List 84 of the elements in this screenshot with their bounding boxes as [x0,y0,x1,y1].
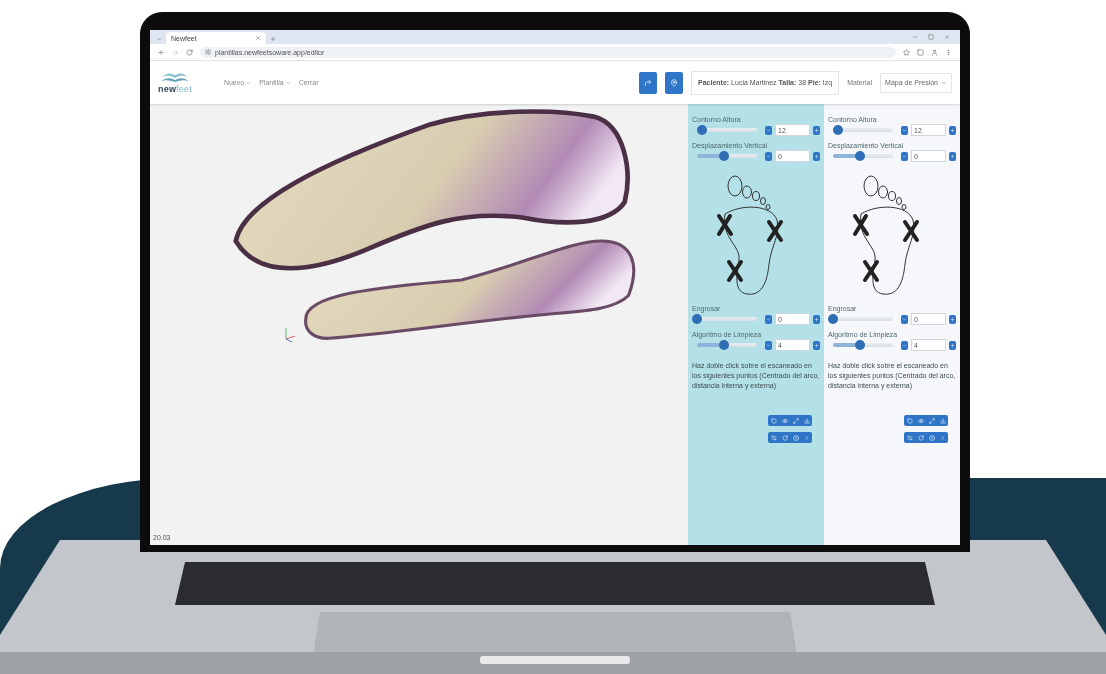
swap-button[interactable] [768,432,779,444]
refresh-button[interactable] [779,432,790,444]
increment-button[interactable] [813,151,820,161]
redo-button[interactable] [639,71,658,94]
decrement-button[interactable] [765,340,773,350]
decrement-button[interactable] [901,314,909,324]
rotate-button[interactable] [768,415,779,427]
swap-icon [906,434,913,441]
decrement-button[interactable] [901,151,909,161]
help-button[interactable] [790,432,801,444]
plus-icon [814,342,820,348]
increment-button[interactable] [949,125,956,135]
plus-icon [814,316,820,322]
decrement-button[interactable] [901,125,909,135]
axes-icon [283,327,297,343]
rotate-icon [906,417,913,424]
user-icon[interactable] [931,48,938,56]
help-button[interactable] [926,432,937,444]
chevron-down-icon [902,316,908,322]
slider-thumb[interactable] [692,314,702,324]
eye-icon [917,417,924,424]
slider-thumb[interactable] [832,125,843,135]
download-button[interactable] [937,415,948,427]
caret-icon [941,79,947,86]
chevron-down-icon [902,127,908,133]
caret-icon [245,79,252,86]
rotate-icon [770,417,777,424]
chevron-right-icon [939,434,946,441]
refresh-icon [917,434,924,441]
expand-icon [928,417,935,424]
slider-thumb[interactable] [828,314,838,324]
pin-button[interactable] [665,71,684,94]
decrement-button[interactable] [765,314,773,324]
chevron-down-icon [902,153,908,159]
slider-thumb[interactable] [855,151,866,161]
plus-icon [814,127,820,133]
plus-icon [814,153,820,159]
download-icon [939,417,946,424]
eye-icon [781,417,788,424]
expand-button[interactable] [790,415,801,427]
increment-button[interactable] [949,314,956,324]
chevron-down-icon [766,153,772,159]
slider-thumb[interactable] [696,125,707,135]
help-icon [792,434,799,441]
logo-text: newfeet [158,84,192,94]
slider-thumb[interactable] [719,340,730,350]
help-icon [928,434,935,441]
swap-button[interactable] [904,432,915,444]
refresh-icon [781,434,788,441]
increment-button[interactable] [813,314,820,324]
redo-icon [644,78,653,87]
increment-button[interactable] [949,340,956,350]
chevron-down-icon [902,342,908,348]
pin-icon [670,78,679,87]
chevron-right-icon [803,434,810,441]
chevron-down-icon [766,316,772,322]
caret-icon [284,79,291,86]
increment-button[interactable] [949,151,956,161]
chevron-down-icon [766,127,772,133]
expand-icon [792,417,799,424]
decrement-button[interactable] [765,151,773,161]
chevron-down-icon [766,342,772,348]
plus-icon [950,153,956,159]
expand-button[interactable] [926,415,937,427]
decrement-button[interactable] [901,340,909,350]
reload-icon[interactable] [186,48,193,56]
swap-icon [770,434,777,441]
download-button[interactable] [801,415,812,427]
star-icon[interactable] [903,48,910,56]
plus-icon [950,342,956,348]
increment-button[interactable] [813,340,820,350]
refresh-button[interactable] [915,432,926,444]
plus-icon [950,316,956,322]
slider-thumb[interactable] [855,340,866,350]
back-icon[interactable] [158,48,165,56]
decrement-button[interactable] [765,125,773,135]
rotate-button[interactable] [904,415,915,427]
sidebar-icon[interactable] [917,48,924,56]
slider-thumb[interactable] [719,151,730,161]
increment-button[interactable] [813,125,820,135]
download-icon [803,417,810,424]
close-icon[interactable] [255,35,261,41]
waves-logo-icon [159,71,190,84]
plus-icon [950,127,956,133]
